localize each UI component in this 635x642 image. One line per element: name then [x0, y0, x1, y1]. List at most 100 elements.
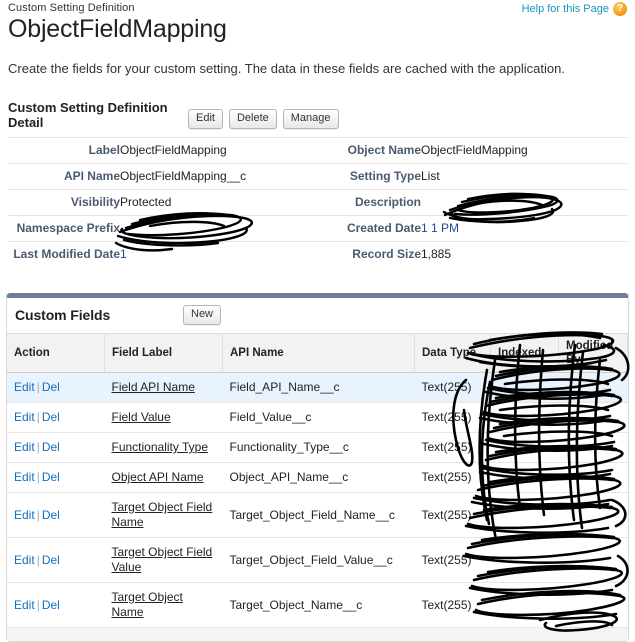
delete-button[interactable]: Delete	[228, 109, 277, 129]
cell-indexed	[490, 492, 559, 538]
column-header-indexed: Indexed	[490, 333, 559, 373]
custom-fields-title: Custom Fields	[15, 307, 111, 323]
detail-label-last-modified-date: Last Modified Date	[8, 241, 120, 267]
edit-button[interactable]: Edit	[188, 109, 223, 129]
cell-data-type: Text(255)	[414, 582, 491, 628]
cell-data-type: Text(255)	[414, 537, 491, 583]
cell-modified-by	[558, 537, 628, 583]
edit-link[interactable]: Edit	[14, 508, 35, 522]
row-actions: Edit | Del	[7, 432, 105, 463]
help-for-this-page-link[interactable]: Help for this Page ?	[522, 2, 627, 16]
field-label-link[interactable]: Target Object Field Value	[112, 545, 213, 574]
detail-row: Namespace Prefix Created Date 1 1 PM	[8, 215, 627, 242]
del-link[interactable]: Del	[42, 440, 60, 454]
del-link[interactable]: Del	[42, 470, 60, 484]
action-separator: |	[36, 470, 40, 484]
table-row: Edit | Del Target Object Field Value Targe…	[7, 537, 628, 583]
action-separator: |	[36, 552, 40, 567]
detail-label-label: Label	[8, 137, 120, 164]
detail-label-description: Description	[318, 189, 421, 216]
edit-link[interactable]: Edit	[14, 440, 35, 454]
detail-header: Custom Setting Definition Detail Edit De…	[8, 99, 627, 135]
page-title: ObjectFieldMapping	[8, 15, 227, 43]
del-link[interactable]: Del	[42, 380, 60, 394]
del-link[interactable]: Del	[42, 410, 60, 424]
column-header-action: Action	[7, 333, 105, 373]
help-question-icon: ?	[613, 2, 627, 16]
detail-value-object-name: ObjectFieldMapping	[421, 137, 627, 164]
cell-api-name: Target_Object_Field_Name__c	[222, 492, 415, 538]
detail-value-namespace-prefix	[120, 215, 318, 242]
cell-modified-by	[558, 372, 628, 403]
del-link[interactable]: Del	[42, 598, 60, 612]
cell-api-name: Target_Object_Name__c	[222, 582, 415, 628]
custom-fields-panel: Custom Fields New Action Field Label API…	[6, 293, 629, 642]
detail-label-visibility: Visibility	[8, 189, 120, 216]
edit-link[interactable]: Edit	[14, 598, 35, 612]
table-row: Edit | Del Functionality Type Functionalit…	[7, 432, 628, 463]
manage-button[interactable]: Manage	[282, 109, 339, 129]
cell-data-type: Text(255)	[414, 402, 491, 433]
detail-label-record-size: Record Size	[318, 241, 421, 267]
edit-link[interactable]: Edit	[14, 410, 35, 424]
field-label-link[interactable]: Field API Name	[112, 380, 195, 394]
field-label-link[interactable]: Functionality Type	[112, 440, 209, 454]
detail-value-api-name: ObjectFieldMapping__c	[120, 163, 318, 190]
table-header-row: Action Field Label API Name Data Type In…	[7, 333, 628, 373]
detail-row: Label ObjectFieldMapping Object Name Obj…	[8, 137, 627, 164]
edit-link[interactable]: Edit	[14, 553, 35, 567]
detail-value-label: ObjectFieldMapping	[120, 137, 318, 164]
action-separator: |	[36, 507, 40, 522]
row-actions: Edit | Del	[7, 372, 105, 403]
cell-api-name: Functionality_Type__c	[222, 432, 415, 463]
table-row: Edit | Del Target Object Field Name Target…	[7, 492, 628, 538]
detail-value-created-date: 1 1 PM	[421, 221, 460, 235]
field-label-link[interactable]: Target Object Name	[112, 590, 183, 619]
cell-data-type: Text(255)	[414, 432, 491, 463]
page-header: Custom Setting Definition ObjectFieldMap…	[0, 0, 635, 44]
action-separator: |	[36, 440, 40, 454]
help-link-label: Help for this Page	[521, 3, 609, 15]
action-separator: |	[36, 380, 40, 394]
detail-label-created-date: Created Date	[318, 215, 421, 242]
cell-indexed	[490, 582, 559, 628]
row-actions: Edit | Del	[7, 402, 105, 433]
cell-data-type: Text(255)	[414, 372, 491, 403]
custom-fields-header: Custom Fields New	[7, 298, 628, 333]
cell-modified-by	[558, 432, 628, 463]
cell-indexed	[490, 537, 559, 583]
edit-link[interactable]: Edit	[14, 380, 35, 394]
detail-label-setting-type: Setting Type	[318, 163, 421, 190]
new-field-button[interactable]: New	[183, 305, 222, 325]
cell-indexed	[490, 462, 559, 493]
detail-row: Last Modified Date 1 Record Size 1,885	[8, 241, 627, 267]
del-link[interactable]: Del	[42, 508, 60, 522]
column-header-field-label: Field Label	[104, 333, 223, 373]
field-label-link[interactable]: Target Object Field Name	[112, 500, 213, 529]
cell-api-name: Object_API_Name__c	[222, 462, 415, 493]
field-label-link[interactable]: Object API Name	[112, 470, 204, 484]
action-separator: |	[36, 597, 40, 612]
row-actions: Edit | Del	[7, 462, 105, 493]
row-actions: Edit | Del	[7, 492, 105, 538]
column-header-api-name: API Name	[222, 333, 415, 373]
cell-modified-by	[558, 492, 628, 538]
cell-api-name: Field_API_Name__c	[222, 372, 415, 403]
panel-footer	[7, 628, 628, 641]
cell-modified-by	[558, 402, 628, 433]
cell-data-type: Text(255)	[414, 492, 491, 538]
cell-indexed	[490, 432, 559, 463]
table-row: Edit | Del Object API Name Object_API_Name…	[7, 462, 628, 493]
detail-value-record-size: 1,885	[421, 241, 627, 267]
table-row: Edit | Del Field API Name Field_API_Name__…	[7, 372, 628, 403]
edit-link[interactable]: Edit	[14, 470, 35, 484]
custom-fields-table: Action Field Label API Name Data Type In…	[7, 333, 628, 628]
table-row: Edit | Del Field Value Field_Value__c Text…	[7, 402, 628, 433]
detail-value-setting-type: List	[421, 163, 627, 190]
cell-api-name: Field_Value__c	[222, 402, 415, 433]
field-label-link[interactable]: Field Value	[112, 410, 171, 424]
detail-label-object-name: Object Name	[318, 137, 421, 164]
cell-api-name: Target_Object_Field_Value__c	[222, 537, 415, 583]
del-link[interactable]: Del	[42, 553, 60, 567]
cell-data-type: Text(255)	[414, 462, 491, 493]
